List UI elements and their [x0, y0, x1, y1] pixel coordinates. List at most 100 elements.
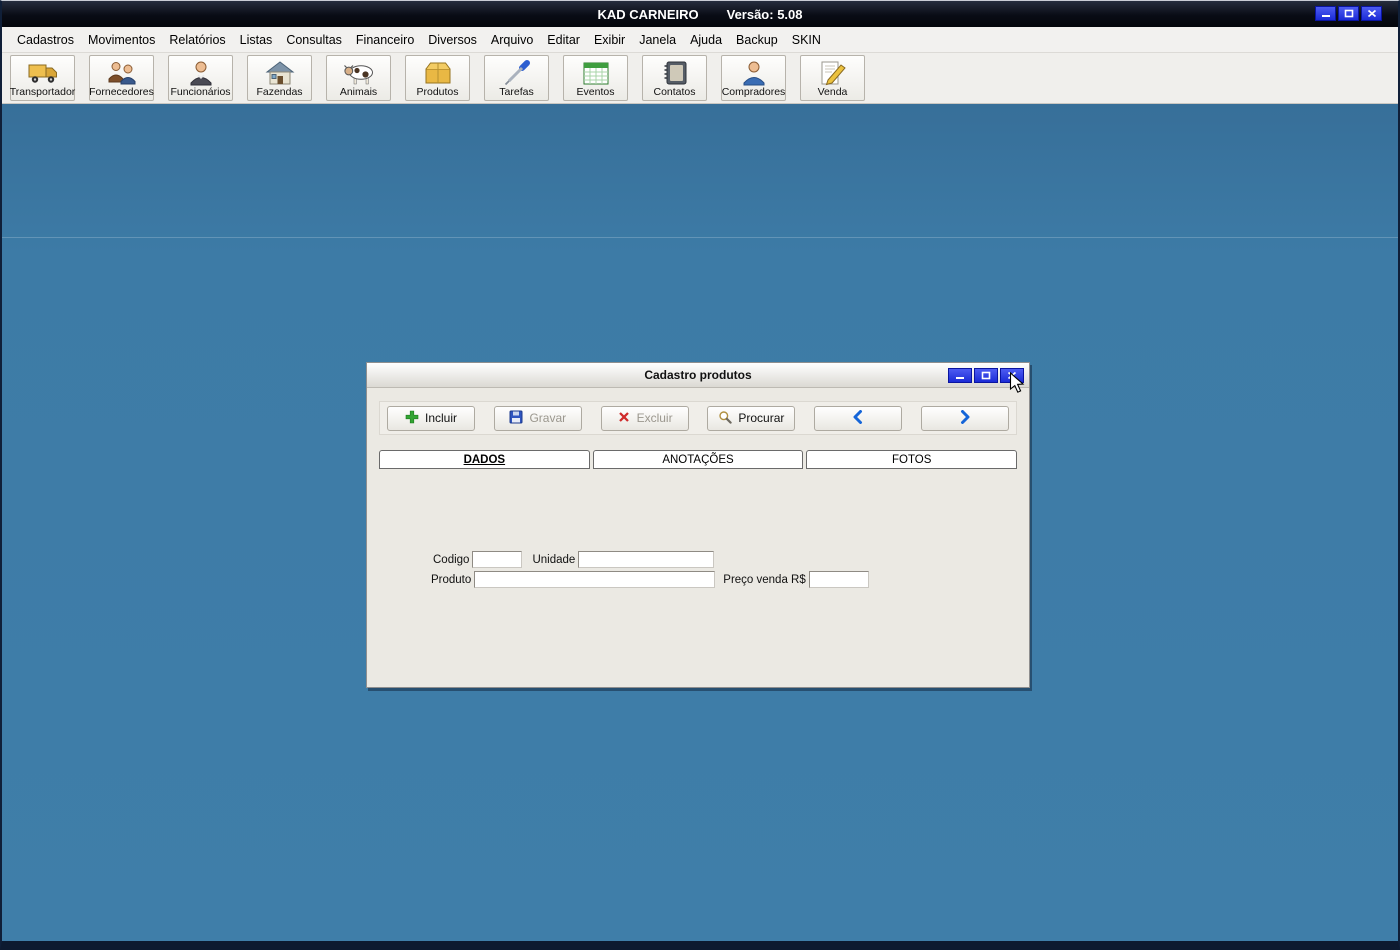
menu-item-exibir[interactable]: Exibir — [587, 29, 632, 51]
procurar-label: Procurar — [738, 411, 785, 425]
minimize-icon — [955, 369, 965, 383]
dialog-tab-bar: DADOS ANOTAÇÕES FOTOS — [379, 450, 1018, 469]
preco-venda-input[interactable] — [808, 571, 869, 588]
box-icon — [422, 58, 454, 86]
main-titlebar: KAD CARNEIRO Versão: 5.08 — [2, 1, 1398, 27]
toolbar-button-fazendas[interactable]: Fazendas — [247, 55, 312, 101]
menu-item-ajuda[interactable]: Ajuda — [683, 29, 729, 51]
menu-item-arquivo[interactable]: Arquivo — [484, 29, 540, 51]
plus-icon — [405, 410, 419, 427]
toolbar-button-label: Transportador — [9, 86, 76, 98]
tab-fotos[interactable]: FOTOS — [806, 450, 1018, 469]
unidade-label: Unidade — [532, 553, 576, 566]
app-window: KAD CARNEIRO Versão: 5.08 Cadastros Movi… — [0, 0, 1400, 950]
search-icon — [718, 410, 733, 427]
toolbar-button-label: Funcionários — [170, 86, 231, 98]
next-record-button[interactable] — [920, 405, 1009, 431]
pencil-sale-icon — [818, 58, 848, 86]
menu-item-editar[interactable]: Editar — [540, 29, 587, 51]
produto-input[interactable] — [474, 571, 716, 588]
menu-item-financeiro[interactable]: Financeiro — [349, 29, 421, 51]
tab-anotacoes[interactable]: ANOTAÇÕES — [592, 450, 804, 469]
toolbar-button-contatos[interactable]: Contatos — [642, 55, 707, 101]
produto-label: Produto — [431, 573, 472, 586]
app-version: Versão: 5.08 — [726, 6, 803, 22]
calendar-icon — [581, 58, 611, 86]
menu-item-skin[interactable]: SKIN — [785, 29, 828, 51]
codigo-input[interactable] — [472, 551, 523, 568]
menu-item-backup[interactable]: Backup — [729, 29, 785, 51]
close-icon — [1007, 369, 1017, 383]
tab-label: FOTOS — [891, 453, 932, 466]
unidade-input[interactable] — [578, 551, 715, 568]
tab-dados[interactable]: DADOS — [379, 450, 590, 469]
tab-label: DADOS — [463, 453, 506, 466]
dialog-titlebar[interactable]: Cadastro produtos — [367, 363, 1029, 393]
toolbar-button-funcionarios[interactable]: Funcionários — [168, 55, 233, 101]
toolbar-button-transportador[interactable]: Transportador — [10, 55, 75, 101]
menu-item-janela[interactable]: Janela — [632, 29, 683, 51]
window-controls — [1315, 6, 1382, 21]
save-floppy-icon — [509, 410, 523, 427]
previous-record-button[interactable] — [814, 405, 903, 431]
toolbar-button-fornecedores[interactable]: Fornecedores — [89, 55, 154, 101]
dialog-toolbar: Incluir Gravar Excluir Procurar — [379, 401, 1017, 435]
procurar-button[interactable]: Procurar — [707, 405, 796, 431]
cow-icon — [342, 58, 376, 86]
suppliers-icon — [106, 58, 138, 86]
toolbar-button-label: Eventos — [576, 86, 615, 98]
buyer-person-icon — [739, 58, 769, 86]
dialog-close-button[interactable] — [1000, 368, 1024, 383]
farm-house-icon — [264, 58, 296, 86]
maximize-icon — [981, 369, 991, 383]
codigo-label: Codigo — [433, 553, 470, 566]
close-icon — [1367, 6, 1377, 21]
toolbar-button-eventos[interactable]: Eventos — [563, 55, 628, 101]
employee-icon — [185, 58, 217, 86]
toolbar-button-tarefas[interactable]: Tarefas — [484, 55, 549, 101]
chevron-left-icon — [852, 409, 864, 427]
preco-venda-label: Preço venda R$ — [723, 573, 806, 586]
toolbar-button-label: Fazendas — [256, 86, 303, 98]
toolbar-button-label: Produtos — [416, 86, 459, 98]
toolbar-button-label: Fornecedores — [89, 86, 154, 98]
excluir-label: Excluir — [636, 411, 673, 425]
toolbar-button-label: Tarefas — [499, 86, 534, 98]
menu-item-relatorios[interactable]: Relatórios — [162, 29, 232, 51]
main-toolbar: Transportador Fornecedores Funcionários … — [2, 53, 1398, 104]
app-title: KAD CARNEIRO — [597, 6, 699, 22]
menu-item-cadastros[interactable]: Cadastros — [10, 29, 81, 51]
minimize-icon — [1321, 6, 1331, 21]
cadastro-produtos-window: Cadastro produtos Incluir Gravar Excluir… — [366, 362, 1030, 688]
incluir-label: Incluir — [424, 411, 457, 425]
gravar-label: Gravar — [529, 411, 567, 425]
toolbar-button-produtos[interactable]: Produtos — [405, 55, 470, 101]
maximize-button[interactable] — [1338, 6, 1359, 21]
maximize-icon — [1344, 6, 1354, 21]
menu-bar: Cadastros Movimentos Relatórios Listas C… — [2, 27, 1398, 53]
toolbar-button-label: Venda — [817, 86, 848, 98]
toolbar-button-compradores[interactable]: Compradores — [721, 55, 786, 101]
minimize-button[interactable] — [1315, 6, 1336, 21]
menu-item-diversos[interactable]: Diversos — [421, 29, 484, 51]
close-button[interactable] — [1361, 6, 1382, 21]
toolbar-button-animais[interactable]: Animais — [326, 55, 391, 101]
incluir-button[interactable]: Incluir — [387, 405, 475, 431]
dialog-maximize-button[interactable] — [974, 368, 998, 383]
toolbar-button-label: Compradores — [721, 86, 786, 98]
gravar-button[interactable]: Gravar — [493, 405, 582, 431]
menu-item-consultas[interactable]: Consultas — [279, 29, 349, 51]
toolbar-button-venda[interactable]: Venda — [800, 55, 865, 101]
chevron-right-icon — [959, 409, 971, 427]
menu-item-listas[interactable]: Listas — [233, 29, 280, 51]
dialog-minimize-button[interactable] — [948, 368, 972, 383]
truck-icon — [27, 58, 59, 86]
address-book-icon — [660, 58, 690, 86]
dialog-title: Cadastro produtos — [644, 368, 752, 382]
menu-item-movimentos[interactable]: Movimentos — [81, 29, 162, 51]
toolbar-button-label: Animais — [339, 86, 378, 98]
screwdriver-icon — [501, 58, 533, 86]
excluir-button[interactable]: Excluir — [600, 405, 689, 431]
tab-label: ANOTAÇÕES — [662, 453, 734, 466]
toolbar-button-label: Contatos — [653, 86, 696, 98]
